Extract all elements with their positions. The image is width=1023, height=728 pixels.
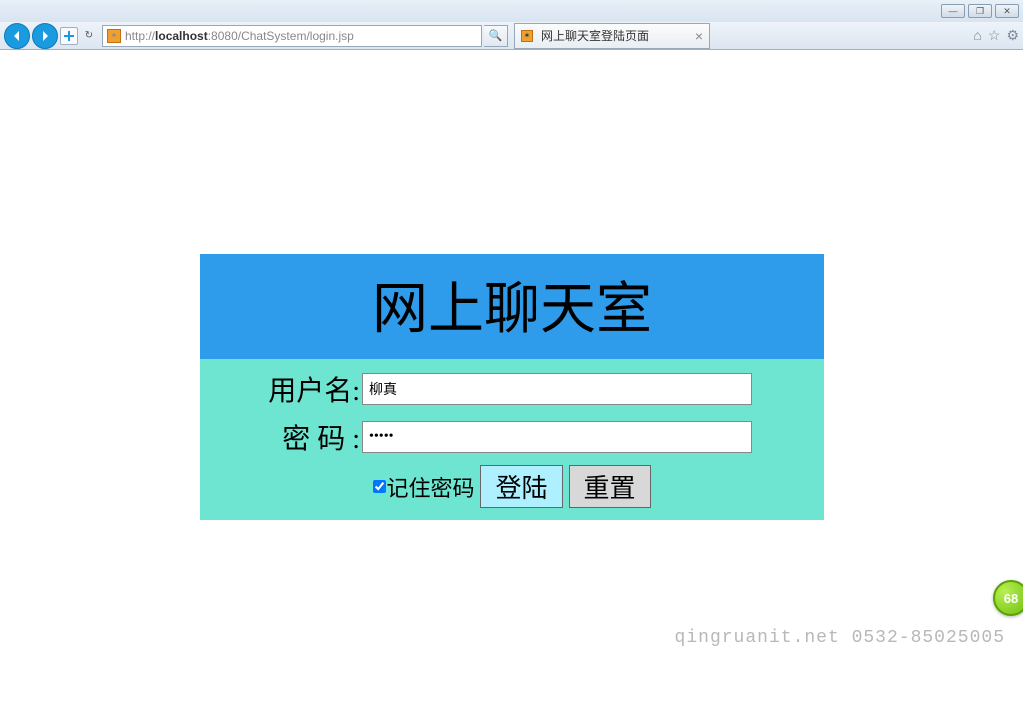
login-button[interactable]: 登陆 <box>480 465 562 508</box>
page-content: 网上聊天室 用户名: 密 码 : 记住密码 登陆 重置 qingruanit.n… <box>0 50 1023 728</box>
browser-right-controls: ⌂ ☆ ⚙ <box>973 27 1019 44</box>
form-actions: 记住密码 登陆 重置 <box>200 465 824 508</box>
refresh-icon: ↻ <box>85 30 93 41</box>
login-title: 网上聊天室 <box>200 254 824 359</box>
tab-close-button[interactable]: × <box>695 28 703 44</box>
username-row: 用户名: <box>200 369 824 409</box>
url-path: :8080/ChatSystem/login.jsp <box>208 29 354 43</box>
favicon-icon: ✶ <box>107 29 121 43</box>
remember-label: 记住密码 <box>386 471 474 503</box>
window-maximize-button[interactable]: ❐ <box>968 4 992 18</box>
floating-badge[interactable]: 68 <box>993 580 1023 616</box>
url-prefix: http:// <box>125 29 155 43</box>
arrow-right-icon <box>39 30 51 42</box>
nav-forward-button[interactable] <box>32 23 58 49</box>
remember-checkbox-wrap[interactable]: 记住密码 <box>373 471 474 503</box>
home-icon[interactable]: ⌂ <box>973 27 981 44</box>
password-row: 密 码 : <box>200 417 824 457</box>
address-bar[interactable]: ✶ http://localhost:8080/ChatSystem/login… <box>102 25 482 47</box>
remember-checkbox[interactable] <box>373 480 386 493</box>
username-label: 用户名: <box>200 369 362 409</box>
refresh-button[interactable]: ↻ <box>80 27 98 45</box>
settings-icon[interactable]: ⚙ <box>1006 27 1019 44</box>
window-minimize-button[interactable]: — <box>941 4 965 18</box>
watermark-text: qingruanit.net 0532-85025005 <box>675 628 1005 648</box>
login-form: 用户名: 密 码 : 记住密码 登陆 重置 <box>200 359 824 520</box>
tab-favicon-icon: ✶ <box>521 30 533 42</box>
window-title-bar: — ❐ ✕ <box>0 0 1023 22</box>
favorites-icon[interactable]: ☆ <box>988 27 1001 44</box>
arrow-left-icon <box>11 30 23 42</box>
plus-icon <box>64 31 74 41</box>
new-tab-button[interactable] <box>60 27 78 45</box>
nav-back-button[interactable] <box>4 23 30 49</box>
search-button[interactable]: 🔍 <box>484 25 508 47</box>
tab-title: 网上聊天室登陆页面 <box>541 27 649 44</box>
username-input[interactable] <box>362 373 752 405</box>
password-input[interactable] <box>362 421 752 453</box>
browser-tab-active[interactable]: ✶ 网上聊天室登陆页面 × <box>514 23 710 49</box>
browser-toolbar: ↻ ✶ http://localhost:8080/ChatSystem/log… <box>0 22 1023 50</box>
reset-button[interactable]: 重置 <box>569 465 651 508</box>
search-icon: 🔍 <box>489 29 503 42</box>
login-panel: 网上聊天室 用户名: 密 码 : 记住密码 登陆 重置 <box>200 254 824 520</box>
password-label: 密 码 : <box>200 417 362 457</box>
window-close-button[interactable]: ✕ <box>995 4 1019 18</box>
url-host: localhost <box>155 29 208 43</box>
